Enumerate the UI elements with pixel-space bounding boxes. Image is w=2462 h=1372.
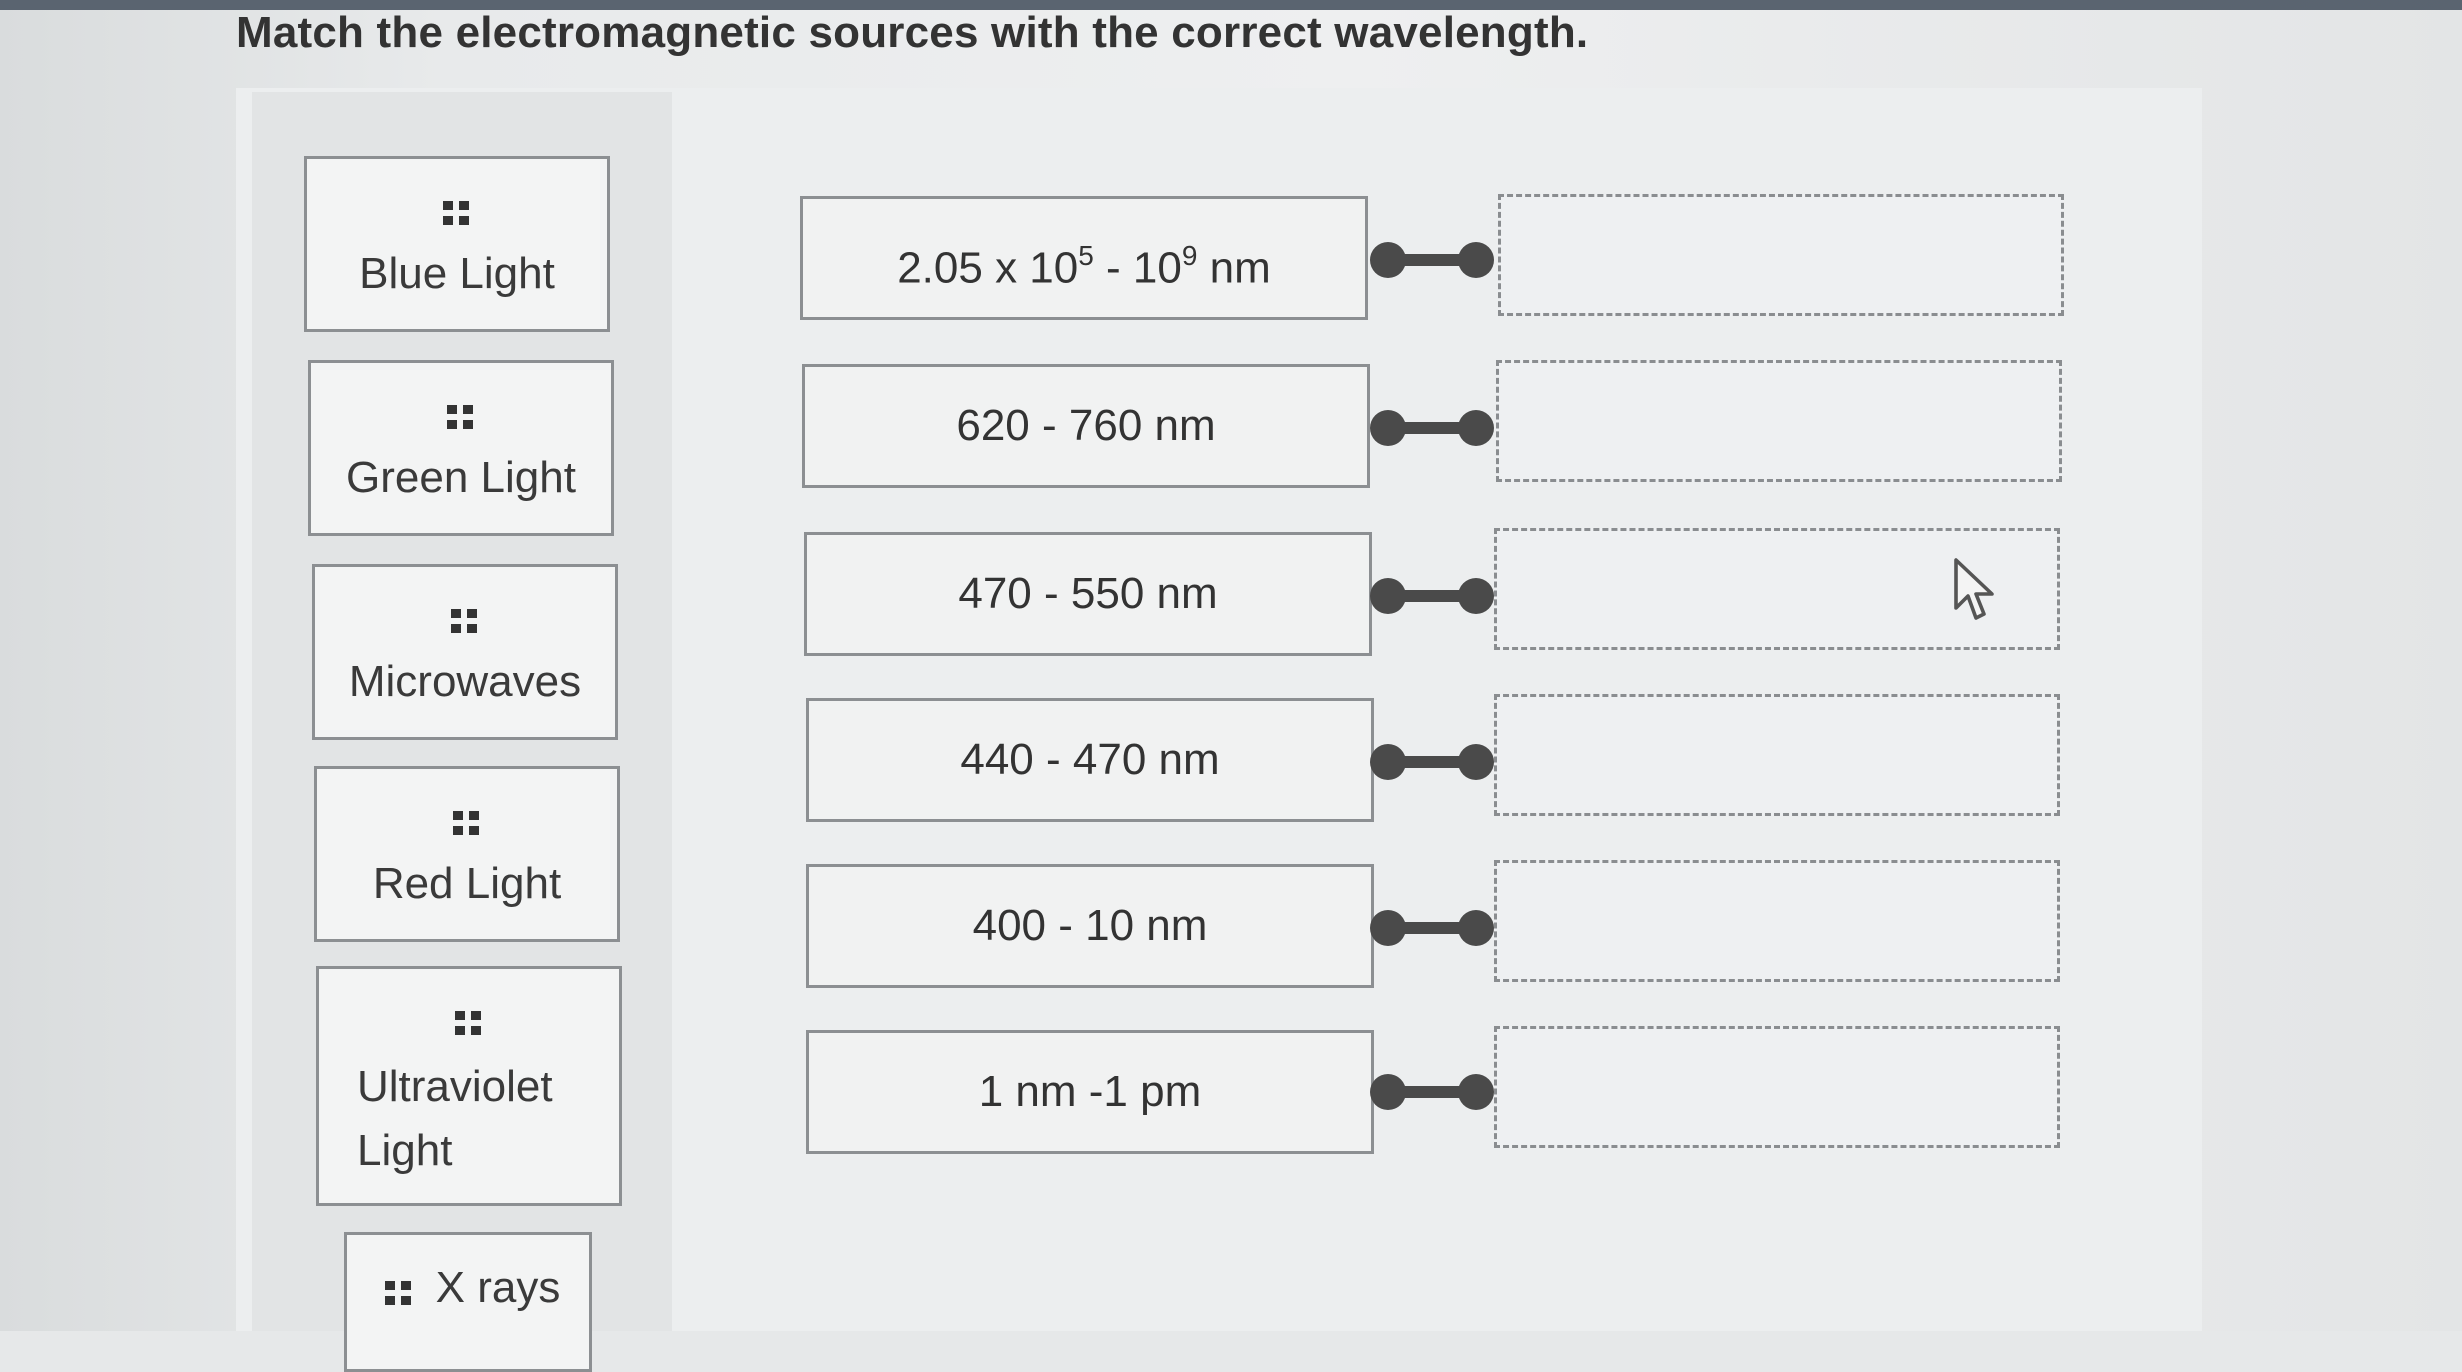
wavelength-box: 440 - 470 nm	[806, 698, 1374, 822]
mouse-pointer-icon	[1954, 558, 1994, 620]
screen-background: Match the electromagnetic sources with t…	[0, 0, 2462, 1372]
drop-target[interactable]	[1494, 1026, 2060, 1148]
drag-handle-icon	[453, 811, 481, 835]
drop-target[interactable]	[1498, 194, 2064, 316]
connector-icon	[1370, 910, 1494, 946]
wavelength-unit: nm	[1197, 243, 1271, 293]
connector-icon	[1370, 242, 1494, 278]
source-card-microwaves[interactable]: Microwaves	[312, 564, 618, 740]
drop-target[interactable]	[1496, 360, 2062, 482]
connector-icon	[1370, 744, 1494, 780]
source-card-ultraviolet-light[interactable]: Ultraviolet Light	[316, 966, 622, 1206]
wavelength-box: 1 nm -1 pm	[806, 1030, 1374, 1154]
source-card-label: Green Light	[346, 453, 576, 502]
connector-icon	[1370, 1074, 1494, 1110]
wavelength-text: - 10	[1093, 243, 1182, 293]
source-card-label: Ultraviolet Light	[357, 1062, 553, 1175]
drag-handle-icon	[447, 405, 475, 429]
source-card-label: Microwaves	[348, 657, 582, 706]
wavelength-box: 400 - 10 nm	[806, 864, 1374, 988]
wavelength-box: 470 - 550 nm	[804, 532, 1372, 656]
source-card-x-rays[interactable]: X rays	[344, 1232, 592, 1372]
connector-icon	[1370, 410, 1494, 446]
source-card-blue-light[interactable]: Blue Light	[304, 156, 610, 332]
wavelength-exponent: 9	[1181, 240, 1198, 271]
question-text: Match the electromagnetic sources with t…	[236, 8, 1589, 57]
source-card-label: Red Light	[372, 859, 562, 908]
source-card-label: X rays	[435, 1263, 561, 1312]
source-card-green-light[interactable]: Green Light	[308, 360, 614, 536]
drag-handle-icon	[455, 1011, 483, 1035]
wavelength-box: 2.05 x 105 - 109 nm	[800, 196, 1368, 320]
drop-target[interactable]	[1494, 694, 2060, 816]
source-card-label: Blue Light	[359, 249, 555, 298]
wavelength-box: 620 - 760 nm	[802, 364, 1370, 488]
wavelength-text: 2.05 x 10	[897, 243, 1079, 293]
wavelength-exponent: 5	[1078, 240, 1094, 271]
source-card-red-light[interactable]: Red Light	[314, 766, 620, 942]
drag-handle-icon	[451, 609, 479, 633]
drop-target[interactable]	[1494, 860, 2060, 982]
connector-icon	[1370, 578, 1494, 614]
drag-handle-icon	[443, 201, 471, 225]
